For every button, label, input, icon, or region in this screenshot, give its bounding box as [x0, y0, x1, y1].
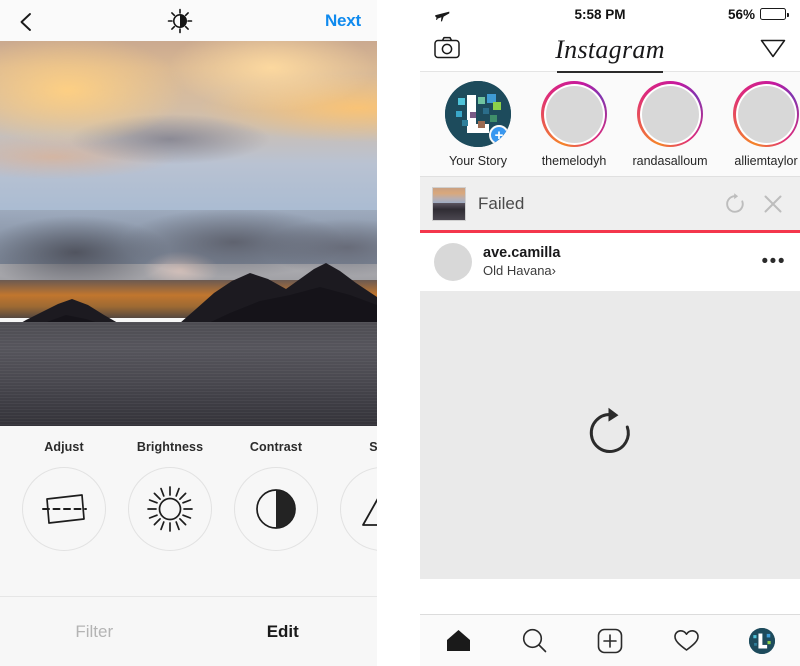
post-meta: ave.camilla Old Havana›	[483, 244, 751, 279]
status-bar: 5:58 PM 56%	[420, 0, 800, 28]
photo-water	[0, 322, 377, 426]
tool-contrast-label: Contrast	[249, 440, 303, 454]
back-chevron-icon[interactable]	[16, 11, 36, 31]
story-themelodyh[interactable]: themelodyh	[526, 81, 622, 168]
tool-contrast[interactable]: Contrast	[224, 440, 328, 551]
post-location[interactable]: Old Havana›	[483, 263, 751, 280]
instagram-header: Instagram	[420, 28, 800, 73]
story-your-story[interactable]: + Your Story	[430, 81, 526, 168]
retry-icon[interactable]	[722, 191, 748, 217]
post-username[interactable]: ave.camilla	[483, 244, 751, 262]
add-post-icon[interactable]	[572, 628, 648, 654]
editor-header: Next	[0, 0, 377, 41]
status-time: 5:58 PM	[574, 6, 626, 22]
tool-adjust-label: Adjust	[44, 440, 84, 454]
add-story-badge[interactable]: +	[489, 125, 509, 145]
post-options-button[interactable]: •••	[762, 252, 786, 272]
tool-brightness[interactable]: Brightness	[118, 440, 222, 551]
story-alliemtaylor[interactable]: alliemtaylor	[718, 81, 800, 168]
paper-plane-icon[interactable]	[760, 35, 786, 65]
story-label: themelodyh	[541, 154, 607, 168]
brightness-sun-icon[interactable]	[163, 4, 197, 38]
sun-icon	[128, 467, 212, 551]
story-randasalloum[interactable]: randasalloum	[622, 81, 718, 168]
search-icon[interactable]	[496, 627, 572, 654]
battery-icon	[760, 8, 789, 20]
photo-preview[interactable]	[0, 41, 377, 426]
story-ring	[637, 81, 703, 147]
battery-percent-label: 56%	[727, 6, 755, 22]
page-title: Instagram	[555, 34, 665, 73]
story-ring	[541, 81, 607, 147]
instagram-tabbar	[420, 614, 800, 666]
battery-status: 56%	[696, 6, 789, 22]
post-header: ave.camilla Old Havana› •••	[420, 233, 800, 291]
upload-thumbnail	[432, 186, 466, 221]
close-icon[interactable]	[760, 191, 786, 217]
stories-tray[interactable]: + Your Story themelodyh randasalloum all…	[420, 72, 800, 177]
photo-editor-panel: Next Adjust Brightness Contrast S Filter…	[0, 0, 377, 666]
instagram-feed-panel: 5:58 PM 56% Instagram + Your Story theme…	[420, 0, 800, 666]
retry-icon[interactable]	[583, 406, 637, 465]
chevron-right-icon: ›	[551, 262, 556, 278]
heart-icon[interactable]	[648, 628, 724, 653]
story-label: randasalloum	[632, 154, 708, 168]
tool-brightness-label: Brightness	[136, 440, 204, 454]
airplane-mode-icon	[434, 6, 504, 23]
contrast-icon	[234, 467, 318, 551]
profile-avatar-icon[interactable]	[724, 627, 800, 654]
adjust-icon	[22, 467, 106, 551]
failed-upload-banner: Failed	[420, 177, 800, 230]
tab-filter[interactable]: Filter	[0, 597, 189, 666]
edit-tools-strip: Adjust Brightness Contrast S	[0, 426, 377, 596]
editor-tabbar: Filter Edit	[0, 596, 377, 666]
structure-icon	[340, 467, 377, 551]
avatar[interactable]	[434, 243, 472, 281]
tab-edit[interactable]: Edit	[189, 597, 378, 666]
story-ring	[733, 81, 799, 147]
your-story-avatar: +	[445, 81, 511, 147]
post-location-label: Old Havana	[483, 262, 552, 278]
home-icon[interactable]	[420, 628, 496, 653]
story-label: Your Story	[449, 154, 507, 168]
camera-icon[interactable]	[434, 36, 460, 64]
failed-label: Failed	[478, 193, 525, 213]
tool-structure-label: Stru	[369, 440, 377, 454]
next-button[interactable]: Next	[325, 11, 361, 31]
tool-structure[interactable]: Stru	[330, 440, 377, 551]
story-label: alliemtaylor	[734, 154, 798, 168]
post-media-placeholder[interactable]	[420, 291, 800, 579]
tool-adjust[interactable]: Adjust	[12, 440, 116, 551]
